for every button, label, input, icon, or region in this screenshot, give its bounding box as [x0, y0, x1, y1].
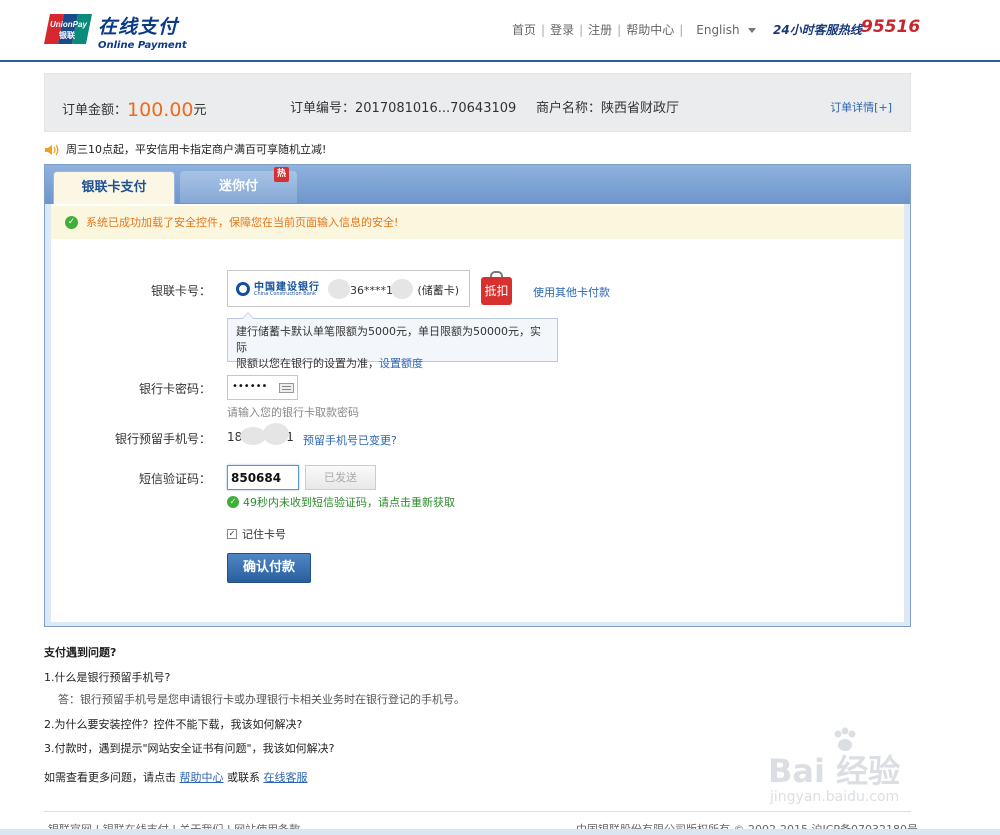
phone-label: 银行预留手机号：	[114, 432, 211, 446]
payment-form: ✓ 系统已成功加载了安全控件，保障您在当前页面输入信息的安全! 银联卡号： 中国建…	[51, 204, 904, 622]
password-label: 银行卡密码：	[138, 382, 211, 396]
sms-label: 短信验证码：	[138, 472, 211, 486]
masked-digits	[391, 279, 413, 299]
online-service-link[interactable]: 在线客服	[264, 771, 308, 784]
language-select[interactable]: English	[696, 23, 756, 37]
merchant-label: 商户名称：	[536, 101, 602, 116]
card-label: 银联卡号：	[150, 284, 211, 298]
hotline-label: 24小时客服热线	[773, 23, 862, 37]
deduct-badge: 抵扣	[481, 271, 512, 305]
remember-card[interactable]: ✓ 记住卡号	[227, 526, 286, 542]
tab-bar: 银联卡支付 迷你付 热	[45, 165, 910, 205]
tab-label: 银联卡支付	[81, 180, 147, 195]
resend-sms-button[interactable]: 已发送	[305, 465, 376, 490]
set-limit-link[interactable]: 设置额度	[379, 357, 423, 370]
promo-banner: 周三10点起，平安信用卡指定商户满百可享随机立减!	[44, 141, 326, 157]
order-summary: 订单金额：100.00元 订单编号：2017081016...70643109 …	[44, 73, 911, 132]
help-center-link[interactable]: 帮助中心	[180, 771, 224, 784]
security-notice-text: 系统已成功加载了安全控件，保障您在当前页面输入信息的安全!	[86, 216, 399, 229]
sms-code-input[interactable]: 850684	[227, 465, 299, 490]
brand: 在线支付 Online Payment	[98, 12, 187, 51]
password-value: ••••••	[232, 381, 268, 392]
password-hint: 请输入您的银行卡取款密码	[227, 406, 359, 419]
nav-login[interactable]: 登录	[550, 21, 574, 38]
top-nav: 首页 | 登录 | 注册 | 帮助中心 | English	[512, 21, 756, 38]
order-detail-link[interactable]: 订单详情[+]	[830, 99, 892, 115]
limit-tip: 建行储蓄卡默认单笔限额为5000元，单日限额为50000元，实际 限额以您在银行…	[227, 312, 558, 370]
hot-badge: 热	[274, 167, 289, 182]
keyboard-icon[interactable]	[279, 383, 294, 393]
tip-line-1: 建行储蓄卡默认单笔限额为5000元，单日限额为50000元，实际	[236, 325, 541, 354]
order-no-value: 2017081016...70643109	[355, 101, 517, 116]
svg-text:银联: 银联	[58, 30, 75, 40]
nav-help[interactable]: 帮助中心	[626, 21, 674, 38]
deduct-label: 抵扣	[481, 277, 512, 305]
page-header: UnionPay 银联 在线支付 Online Payment 首页 | 登录 | 注册…	[0, 0, 1000, 62]
faq-question-3[interactable]: 3.付款时，遇到提示"网站安全证书有问题"，我该如何解决?	[44, 740, 334, 756]
sms-status: ✓ 49秒内未收到短信验证码，请点击重新获取	[227, 494, 455, 510]
card-selector[interactable]: 中国建设银行 China Construction Bank 36****17 …	[227, 270, 470, 307]
remember-label: 记住卡号	[242, 528, 286, 541]
bank-name-en: China Construction Bank	[254, 291, 316, 297]
faq-more-prefix: 如需查看更多问题，请点击	[44, 771, 176, 784]
order-amount: 订单金额：100.00元	[62, 97, 207, 121]
faq-question-1[interactable]: 1.什么是银行预留手机号?	[44, 669, 170, 685]
watermark-text: Bai 经验	[768, 752, 901, 790]
tip-arrow-inner	[243, 313, 253, 319]
svg-text:UnionPay: UnionPay	[50, 20, 87, 29]
speaker-icon	[45, 144, 59, 156]
tab-unionpay-card[interactable]: 银联卡支付	[53, 171, 175, 205]
tip-line-2: 限额以您在银行的设置为准，设置额度	[236, 356, 549, 372]
security-notice: ✓ 系统已成功加载了安全控件，保障您在当前页面输入信息的安全!	[51, 206, 904, 239]
payment-panel: 银联卡支付 迷你付 热 ✓ 系统已成功加载了安全控件，保障您在当前页面输入信息的安全…	[44, 164, 911, 627]
nav-separator: |	[617, 23, 622, 37]
card-type: (储蓄卡)	[417, 284, 460, 297]
faq-answer-1: 答：银行预留手机号是您申请银行卡或办理银行卡相关业务时在银行登记的手机号。	[58, 693, 465, 706]
order-no-label: 订单编号：	[290, 101, 356, 116]
tab-mini-pay[interactable]: 迷你付 热	[180, 167, 297, 203]
language-label: English	[696, 23, 740, 37]
baidu-jingyan-watermark: Bai 经验 jingyan.baidu.com	[768, 726, 948, 816]
nav-separator: |	[579, 23, 584, 37]
amount-value: 100.00	[127, 99, 194, 121]
watermark-url: jingyan.baidu.com	[770, 789, 900, 805]
tab-label: 迷你付	[218, 179, 258, 194]
amount-unit: 元	[193, 103, 207, 118]
remember-checkbox[interactable]: ✓	[227, 529, 237, 539]
check-circle-icon: ✓	[227, 496, 239, 508]
faq-more-mid: 或联系	[227, 771, 260, 784]
bottom-bar	[0, 829, 1000, 835]
amount-label: 订单金额：	[62, 103, 128, 118]
password-input[interactable]: ••••••	[227, 375, 298, 400]
masked-digits	[263, 423, 289, 445]
order-number: 订单编号：2017081016...70643109	[290, 97, 516, 116]
use-other-card-link[interactable]: 使用其他卡付款	[533, 284, 610, 300]
sms-status-text: 49秒内未收到短信验证码，请点击重新获取	[243, 496, 455, 509]
brand-title: 在线支付	[98, 16, 179, 38]
tip-text: 限额以您在银行的设置为准，	[236, 357, 379, 370]
nav-separator: |	[679, 23, 684, 37]
confirm-payment-button[interactable]: 确认付款	[227, 553, 311, 583]
faq-more: 如需查看更多问题，请点击 帮助中心 或联系 在线客服	[44, 769, 308, 785]
hotline-number: 95516	[861, 17, 921, 37]
nav-register[interactable]: 注册	[588, 21, 612, 38]
unionpay-logo[interactable]: UnionPay 银联	[42, 12, 94, 46]
chevron-down-icon	[747, 28, 756, 33]
nav-separator: |	[541, 23, 546, 37]
merchant: 商户名称：陕西省财政厅	[536, 97, 679, 116]
masked-digits	[328, 279, 350, 299]
check-circle-icon: ✓	[65, 215, 78, 229]
phone-changed-link[interactable]: 预留手机号已变更?	[303, 432, 397, 448]
faq-question-2[interactable]: 2.为什么要安装控件？控件不能下载，我该如何解决?	[44, 716, 302, 732]
nav-home[interactable]: 首页	[512, 21, 536, 38]
promo-text: 周三10点起，平安信用卡指定商户满百可享随机立减!	[66, 143, 327, 156]
merchant-name: 陕西省财政厅	[601, 101, 680, 116]
faq-title: 支付遇到问题?	[44, 646, 117, 659]
masked-digits	[240, 427, 266, 445]
ccb-logo-icon	[236, 282, 250, 296]
brand-subtitle: Online Payment	[98, 40, 187, 51]
